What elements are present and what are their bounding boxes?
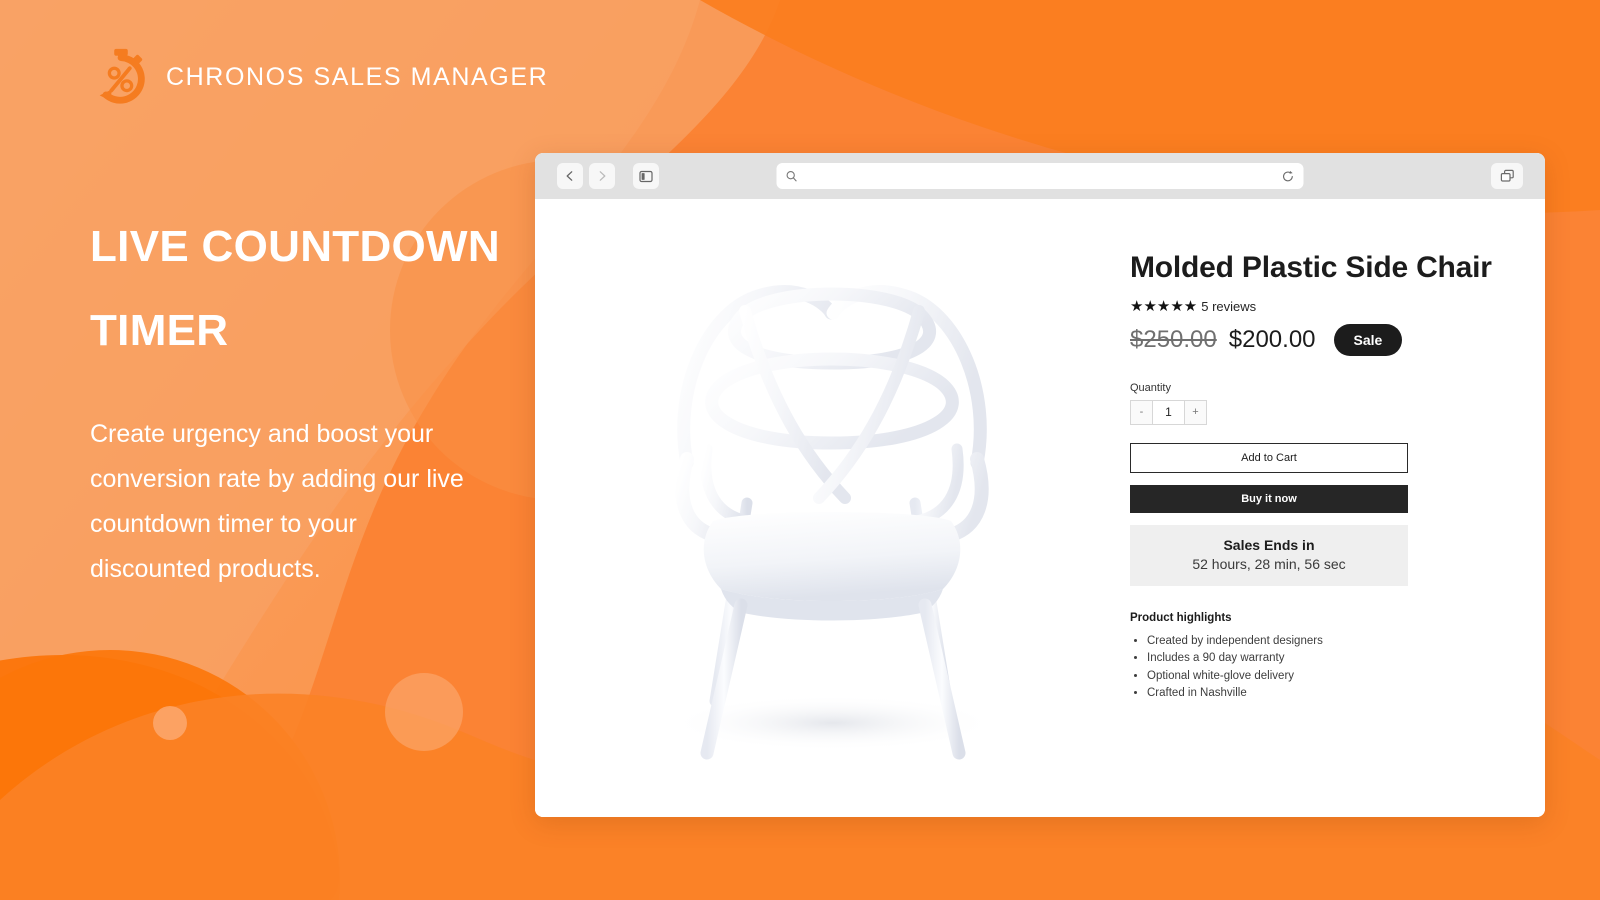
product-title: Molded Plastic Side Chair [1130,251,1492,284]
browser-toolbar [535,153,1545,199]
quantity-value[interactable]: 1 [1152,400,1185,424]
address-bar-container [776,163,1304,189]
star-rating-icon: ★★★★★ [1130,297,1198,315]
countdown-title: Sales Ends in [1223,536,1315,553]
current-price: $200.00 [1228,325,1316,353]
original-price: $250.00 [1130,325,1217,353]
price-row: $250.00 $200.00 Sale [1130,323,1505,356]
product-image-chair [668,285,998,760]
quantity-decrement-button[interactable]: - [1131,400,1152,424]
rating-row: ★★★★★ 5 reviews [1130,299,1505,314]
address-input[interactable] [803,169,1276,183]
countdown-time: 52 hours, 28 min, 56 sec [1192,555,1346,572]
product-page: Molded Plastic Side Chair ★★★★★ 5 review… [535,199,1545,817]
sidebar-toggle-button[interactable] [633,163,659,189]
product-highlights-title: Product highlights [1130,611,1232,624]
chevron-left-icon [566,171,573,181]
reviews-count[interactable]: 5 reviews [1201,299,1256,314]
countdown-timer-box: Sales Ends in 52 hours, 28 min, 56 sec [1130,524,1408,586]
reload-icon[interactable] [1282,170,1295,183]
product-image-container [535,199,1125,817]
sidebar-toggle-icon [639,170,653,182]
back-button[interactable] [557,163,583,189]
chevron-right-icon [599,171,606,181]
quantity-label: Quantity [1130,381,1171,394]
browser-window: Molded Plastic Side Chair ★★★★★ 5 review… [535,153,1545,817]
show-tabs-button[interactable] [1491,163,1523,189]
list-item: Crafted in Nashville [1147,685,1505,703]
quantity-stepper[interactable]: - 1 + [1130,399,1207,425]
sale-badge: Sale [1333,323,1403,356]
navigation-buttons [557,163,659,189]
list-item: Created by independent designers [1147,633,1505,651]
product-details: Molded Plastic Side Chair ★★★★★ 5 review… [1125,199,1545,817]
list-item: Optional white-glove delivery [1147,668,1505,686]
quantity-increment-button[interactable]: + [1185,400,1206,424]
add-to-cart-button[interactable]: Add to Cart [1130,442,1408,473]
product-highlights-list: Created by independent designers Include… [1130,633,1505,703]
address-bar[interactable] [776,163,1304,189]
search-icon [786,171,797,182]
show-tabs-icon [1500,169,1514,182]
promo-banner: CHRONOS SALES MANAGER LIVE COUNTDOWN TIM… [0,0,1600,900]
forward-button[interactable] [589,163,615,189]
list-item: Includes a 90 day warranty [1147,650,1505,668]
buy-it-now-button[interactable]: Buy it now [1130,484,1408,513]
